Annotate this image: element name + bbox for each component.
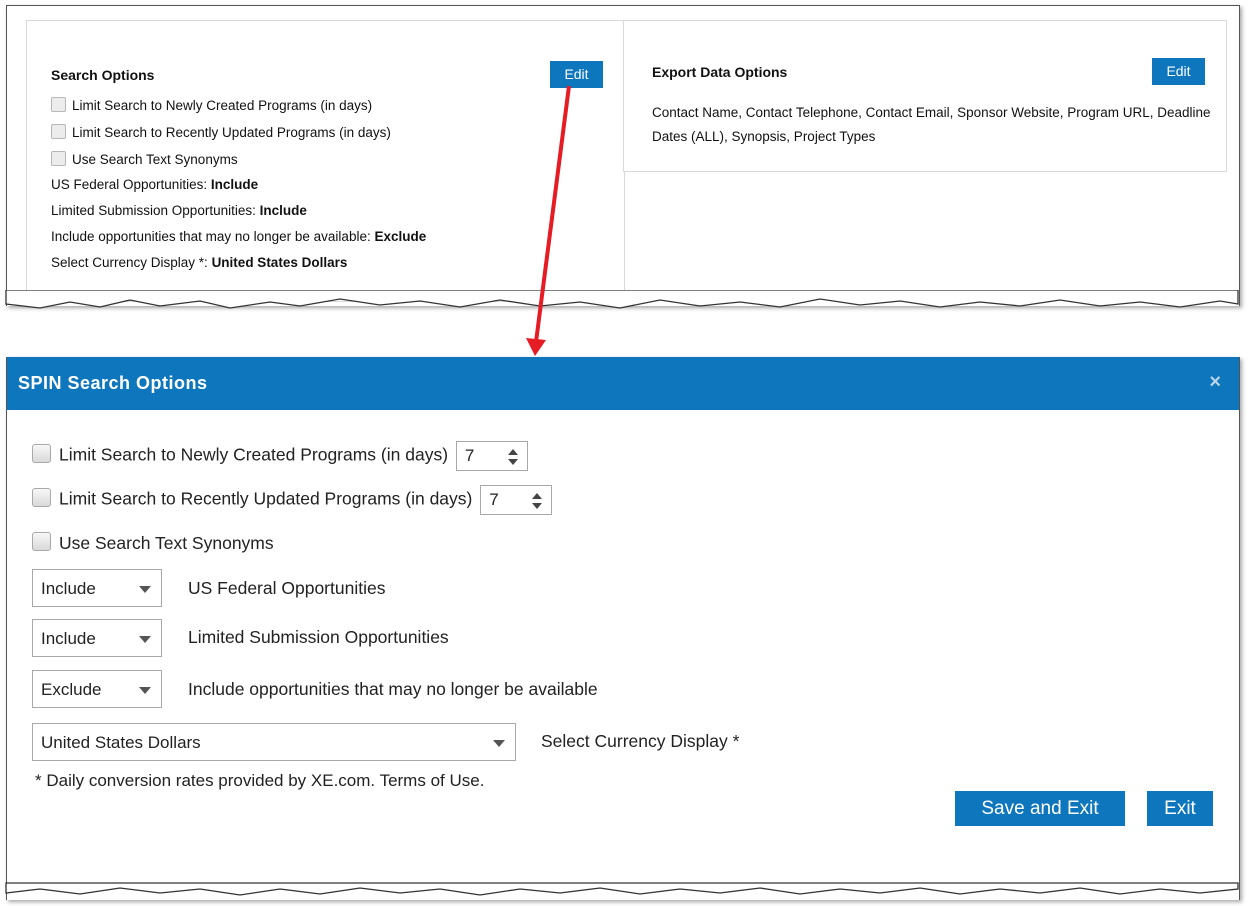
checkbox-icon: [51, 151, 66, 166]
newly-created-row: Limit Search to Newly Created Programs (…: [32, 441, 528, 471]
summary-currency-value: United States Dollars: [211, 255, 348, 270]
limited-submission-select[interactable]: Include: [32, 619, 162, 657]
close-icon[interactable]: ×: [1209, 371, 1221, 394]
summary-no-longer-available: Include opportunities that may no longer…: [51, 229, 426, 244]
dialog-header: SPIN Search Options ×: [7, 357, 1239, 410]
no-longer-available-select-value: Exclude: [41, 680, 102, 699]
limited-submission-select-value: Include: [41, 629, 96, 648]
chevron-down-icon: [139, 687, 151, 694]
summary-checkbox-synonyms: Use Search Text Synonyms: [51, 151, 238, 167]
newly-created-label: Limit Search to Newly Created Programs (…: [59, 444, 449, 465]
summary-us-federal-value: Include: [210, 177, 259, 192]
spinner-arrows-icon[interactable]: [507, 447, 519, 467]
currency-label: Select Currency Display *: [541, 731, 740, 751]
export-data-options-panel: Export Data Options Edit Contact Name, C…: [623, 20, 1227, 172]
currency-select[interactable]: United States Dollars: [32, 723, 516, 761]
settings-summary-screenshot: Search Options Edit Limit Search to Newl…: [6, 5, 1240, 306]
recently-updated-days-value: 7: [489, 490, 499, 509]
chevron-down-icon: [493, 740, 505, 747]
export-data-options-edit-button[interactable]: Edit: [1152, 58, 1205, 85]
search-options-panel: Search Options Edit Limit Search to Newl…: [26, 20, 625, 302]
export-fields-list: Contact Name, Contact Telephone, Contact…: [652, 105, 1211, 144]
summary-us-federal: US Federal Opportunities: Include: [51, 177, 258, 192]
spin-search-options-dialog: SPIN Search Options × Limit Search to Ne…: [6, 357, 1240, 900]
summary-checkbox-recently-updated: Limit Search to Recently Updated Program…: [51, 124, 391, 140]
exit-button[interactable]: Exit: [1147, 791, 1213, 826]
summary-currency-label: Select Currency Display *:: [51, 255, 212, 270]
summary-limited-submission: Limited Submission Opportunities: Includ…: [51, 203, 307, 218]
summary-no-longer-available-value: Exclude: [374, 229, 427, 244]
torn-paper-edge: [5, 290, 1239, 309]
chevron-down-icon: [139, 636, 151, 643]
summary-currency: Select Currency Display *: United States…: [51, 255, 347, 270]
summary-checkbox-newly-created: Limit Search to Newly Created Programs (…: [51, 97, 372, 113]
summary-limited-submission-value: Include: [259, 203, 307, 218]
synonyms-checkbox[interactable]: [32, 532, 51, 551]
synonyms-label: Use Search Text Synonyms: [59, 533, 274, 553]
export-data-options-title: Export Data Options: [652, 64, 788, 80]
limited-submission-label: Limited Submission Opportunities: [188, 627, 449, 647]
search-options-title: Search Options: [51, 67, 155, 83]
recently-updated-row: Limit Search to Recently Updated Program…: [32, 485, 553, 515]
newly-created-days-input[interactable]: 7: [455, 441, 528, 471]
torn-paper-edge-bottom: [5, 882, 1239, 896]
no-longer-available-label: Include opportunities that may no longer…: [188, 679, 598, 699]
newly-created-checkbox[interactable]: [32, 443, 51, 463]
summary-newly-created-label: Limit Search to Newly Created Programs (…: [72, 98, 373, 113]
us-federal-select-value: Include: [41, 579, 96, 598]
chevron-down-icon: [139, 586, 151, 593]
spinner-arrows-icon[interactable]: [531, 491, 543, 511]
summary-recently-updated-label: Limit Search to Recently Updated Program…: [72, 125, 391, 140]
us-federal-label: US Federal Opportunities: [188, 578, 386, 598]
checkbox-icon: [51, 124, 66, 139]
summary-synonyms-label: Use Search Text Synonyms: [72, 152, 238, 167]
summary-us-federal-label: US Federal Opportunities:: [51, 177, 211, 192]
summary-limited-submission-label: Limited Submission Opportunities:: [51, 203, 260, 218]
recently-updated-days-input[interactable]: 7: [480, 485, 553, 515]
save-and-exit-button[interactable]: Save and Exit: [955, 791, 1125, 826]
recently-updated-checkbox[interactable]: [32, 487, 51, 507]
dialog-title: SPIN Search Options: [18, 373, 208, 393]
recently-updated-label: Limit Search to Recently Updated Program…: [59, 488, 473, 509]
synonyms-row: Use Search Text Synonyms: [32, 532, 274, 554]
us-federal-select[interactable]: Include: [32, 569, 162, 607]
conversion-rates-note: * Daily conversion rates provided by XE.…: [35, 771, 485, 790]
currency-select-value: United States Dollars: [41, 733, 201, 752]
checkbox-icon: [51, 97, 66, 112]
newly-created-days-value: 7: [464, 446, 475, 465]
summary-no-longer-available-label: Include opportunities that may no longer…: [51, 229, 375, 244]
search-options-edit-button[interactable]: Edit: [550, 61, 603, 88]
no-longer-available-select[interactable]: Exclude: [32, 670, 162, 708]
